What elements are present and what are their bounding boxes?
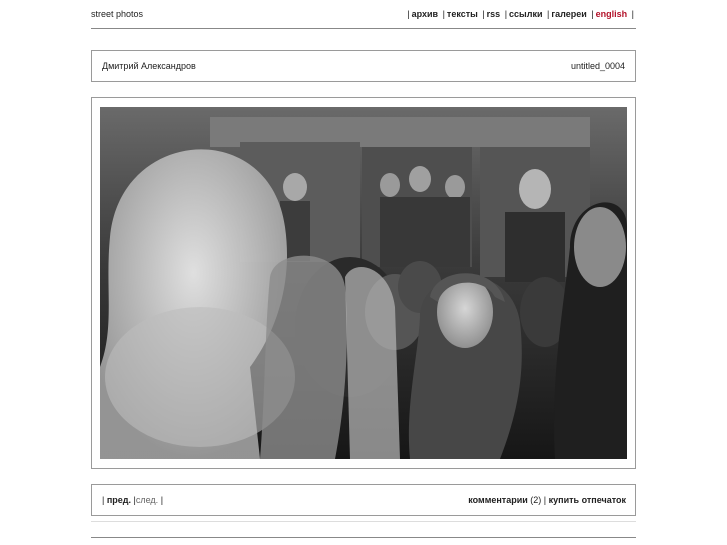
top-divider (91, 28, 636, 29)
photo-frame (91, 97, 636, 469)
nav-separator: | (102, 495, 105, 505)
prev-link[interactable]: пред. (107, 495, 131, 505)
prev-next-nav: | пред. |след. | (102, 495, 163, 505)
site-title[interactable]: street photos (91, 9, 143, 19)
nav-separator: | (543, 495, 547, 505)
comments-link[interactable]: комментарии (468, 495, 528, 505)
bottom-divider (91, 537, 636, 538)
nav-separator: | (160, 495, 164, 505)
buy-print-link[interactable]: купить отпечаток (549, 495, 626, 505)
street-photo[interactable] (100, 107, 627, 459)
photo-info-box: Дмитрий Александров untitled_0004 (91, 50, 636, 82)
photo-actions: комментарии (2) | купить отпечаток (468, 495, 626, 505)
nav-link-links[interactable]: ссылки (509, 9, 542, 19)
nav-link-archive[interactable]: архив (412, 9, 438, 19)
nav-link-english[interactable]: english (596, 9, 628, 19)
photo-title: untitled_0004 (570, 61, 625, 71)
next-link: след. (135, 495, 159, 505)
nav-link-rss[interactable]: rss (487, 9, 501, 19)
nav-link-texts[interactable]: тексты (447, 9, 478, 19)
top-navigation: | архив | тексты | rss | ссылки | галереи | en… (405, 9, 636, 19)
street-photo-image (100, 107, 627, 459)
comments-count: (2) (530, 495, 542, 505)
nav-separator: | (631, 9, 634, 19)
bottom-divider-light (91, 521, 636, 522)
photo-navigation-box: | пред. |след. | комментарии (2) | купит… (91, 484, 636, 516)
nav-link-galleries[interactable]: галереи (551, 9, 586, 19)
author-name: Дмитрий Александров (102, 61, 196, 71)
